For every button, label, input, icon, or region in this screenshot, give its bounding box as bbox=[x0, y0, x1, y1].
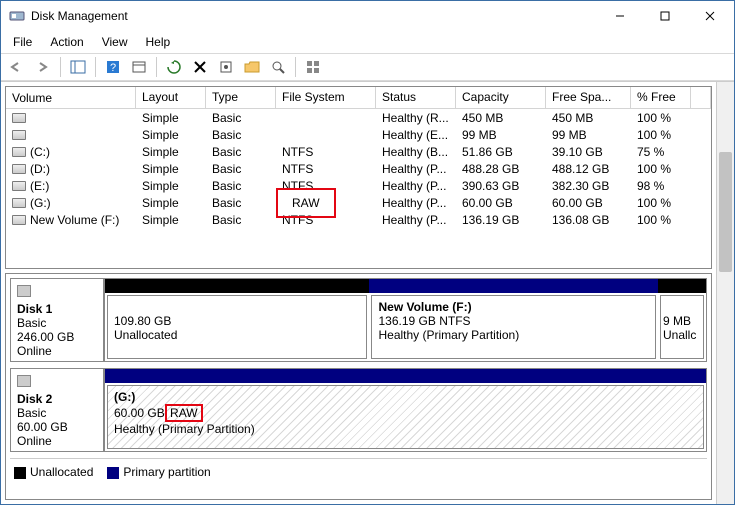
menu-view[interactable]: View bbox=[94, 33, 136, 51]
volume-icon bbox=[12, 130, 26, 140]
col-status[interactable]: Status bbox=[376, 87, 456, 108]
col-free-space[interactable]: Free Spa... bbox=[546, 87, 631, 108]
volume-list[interactable]: Volume Layout Type File System Status Ca… bbox=[5, 86, 712, 269]
disk-2-size: 60.00 GB bbox=[17, 420, 68, 434]
disk-2-state: Online bbox=[17, 434, 52, 448]
disk1-new-volume-f[interactable]: New Volume (F:) 136.19 GB NTFS Healthy (… bbox=[369, 279, 658, 361]
col-capacity[interactable]: Capacity bbox=[456, 87, 546, 108]
volume-row[interactable]: (C:)SimpleBasicNTFSHealthy (B...51.86 GB… bbox=[6, 143, 711, 160]
minimize-button[interactable] bbox=[597, 2, 642, 30]
titlebar: Disk Management bbox=[1, 1, 734, 31]
volume-name: (C:) bbox=[30, 145, 50, 159]
col-volume[interactable]: Volume bbox=[6, 87, 136, 108]
menu-file[interactable]: File bbox=[5, 33, 40, 51]
disk-2-label: Disk 2 bbox=[17, 392, 97, 406]
forward-button[interactable] bbox=[31, 55, 55, 79]
col-type[interactable]: Type bbox=[206, 87, 276, 108]
disk-1-row[interactable]: Disk 1 Basic 246.00 GB Online 109.80 GB … bbox=[10, 278, 707, 362]
help-button[interactable]: ? bbox=[101, 55, 125, 79]
volume-row[interactable]: New Volume (F:)SimpleBasicNTFSHealthy (P… bbox=[6, 211, 711, 228]
disk-1-state: Online bbox=[17, 344, 52, 358]
properties-button[interactable] bbox=[127, 55, 151, 79]
disk-1-label: Disk 1 bbox=[17, 302, 97, 316]
disk-1-size: 246.00 GB bbox=[17, 330, 74, 344]
disk1-unallocated[interactable]: 109.80 GB Unallocated bbox=[105, 279, 369, 361]
disk1-tiny-unallocated[interactable]: 9 MB Unallc bbox=[658, 279, 706, 361]
volume-icon bbox=[12, 215, 26, 225]
window-title: Disk Management bbox=[31, 9, 597, 23]
scrollbar-thumb[interactable] bbox=[719, 152, 732, 272]
search-icon[interactable] bbox=[266, 55, 290, 79]
raw-highlight-graphical: RAW bbox=[165, 404, 203, 422]
disk-1-header: Disk 1 Basic 246.00 GB Online bbox=[11, 279, 105, 361]
settings-icon[interactable] bbox=[214, 55, 238, 79]
disk2-volume-g[interactable]: (G:) 60.00 GB RAW Healthy (Primary Parti… bbox=[105, 369, 706, 451]
volume-name: New Volume (F:) bbox=[30, 213, 119, 227]
maximize-button[interactable] bbox=[642, 2, 687, 30]
volume-row[interactable]: SimpleBasicHealthy (R...450 MB450 MB100 … bbox=[6, 109, 711, 126]
col-percent-free[interactable]: % Free bbox=[631, 87, 691, 108]
toolbar: ? bbox=[1, 53, 734, 81]
menubar: File Action View Help bbox=[1, 31, 734, 53]
volume-icon bbox=[12, 164, 26, 174]
legend: Unallocated Primary partition bbox=[10, 458, 707, 485]
volume-name: (E:) bbox=[30, 179, 49, 193]
legend-unallocated: Unallocated bbox=[30, 465, 93, 479]
col-layout[interactable]: Layout bbox=[136, 87, 206, 108]
volume-row[interactable]: SimpleBasicHealthy (E...99 MB99 MB100 % bbox=[6, 126, 711, 143]
menu-action[interactable]: Action bbox=[42, 33, 91, 51]
disk-2-header: Disk 2 Basic 60.00 GB Online bbox=[11, 369, 105, 451]
disk-1-type: Basic bbox=[17, 316, 46, 330]
volume-icon bbox=[12, 181, 26, 191]
menu-help[interactable]: Help bbox=[138, 33, 179, 51]
disk-icon bbox=[17, 285, 31, 297]
disk-2-type: Basic bbox=[17, 406, 46, 420]
vertical-scrollbar[interactable] bbox=[716, 82, 734, 504]
close-button[interactable] bbox=[687, 2, 732, 30]
legend-primary: Primary partition bbox=[123, 465, 210, 479]
disk-2-row[interactable]: Disk 2 Basic 60.00 GB Online (G:) 60.00 … bbox=[10, 368, 707, 452]
list-icon[interactable] bbox=[301, 55, 325, 79]
volume-icon bbox=[12, 147, 26, 157]
volume-list-header: Volume Layout Type File System Status Ca… bbox=[6, 87, 711, 109]
disk-icon bbox=[17, 375, 31, 387]
disk-graphical-view[interactable]: Disk 1 Basic 246.00 GB Online 109.80 GB … bbox=[5, 273, 712, 500]
raw-highlight-list: RAW bbox=[276, 188, 336, 218]
refresh-button[interactable] bbox=[162, 55, 186, 79]
delete-button[interactable] bbox=[188, 55, 212, 79]
show-hide-tree-button[interactable] bbox=[66, 55, 90, 79]
volume-name: (G:) bbox=[30, 196, 51, 210]
volume-icon bbox=[12, 198, 26, 208]
volume-row[interactable]: (D:)SimpleBasicNTFSHealthy (P...488.28 G… bbox=[6, 160, 711, 177]
svg-text:?: ? bbox=[110, 62, 116, 74]
volume-name: (D:) bbox=[30, 162, 50, 176]
back-button[interactable] bbox=[5, 55, 29, 79]
volume-icon bbox=[12, 113, 26, 123]
content-area: Volume Layout Type File System Status Ca… bbox=[1, 81, 734, 504]
app-icon bbox=[9, 8, 25, 24]
col-filesystem[interactable]: File System bbox=[276, 87, 376, 108]
folder-icon[interactable] bbox=[240, 55, 264, 79]
volume-row[interactable]: (G:)SimpleBasicRAWHealthy (P...60.00 GB6… bbox=[6, 194, 711, 211]
disk-management-window: Disk Management File Action View Help ? bbox=[0, 0, 735, 505]
